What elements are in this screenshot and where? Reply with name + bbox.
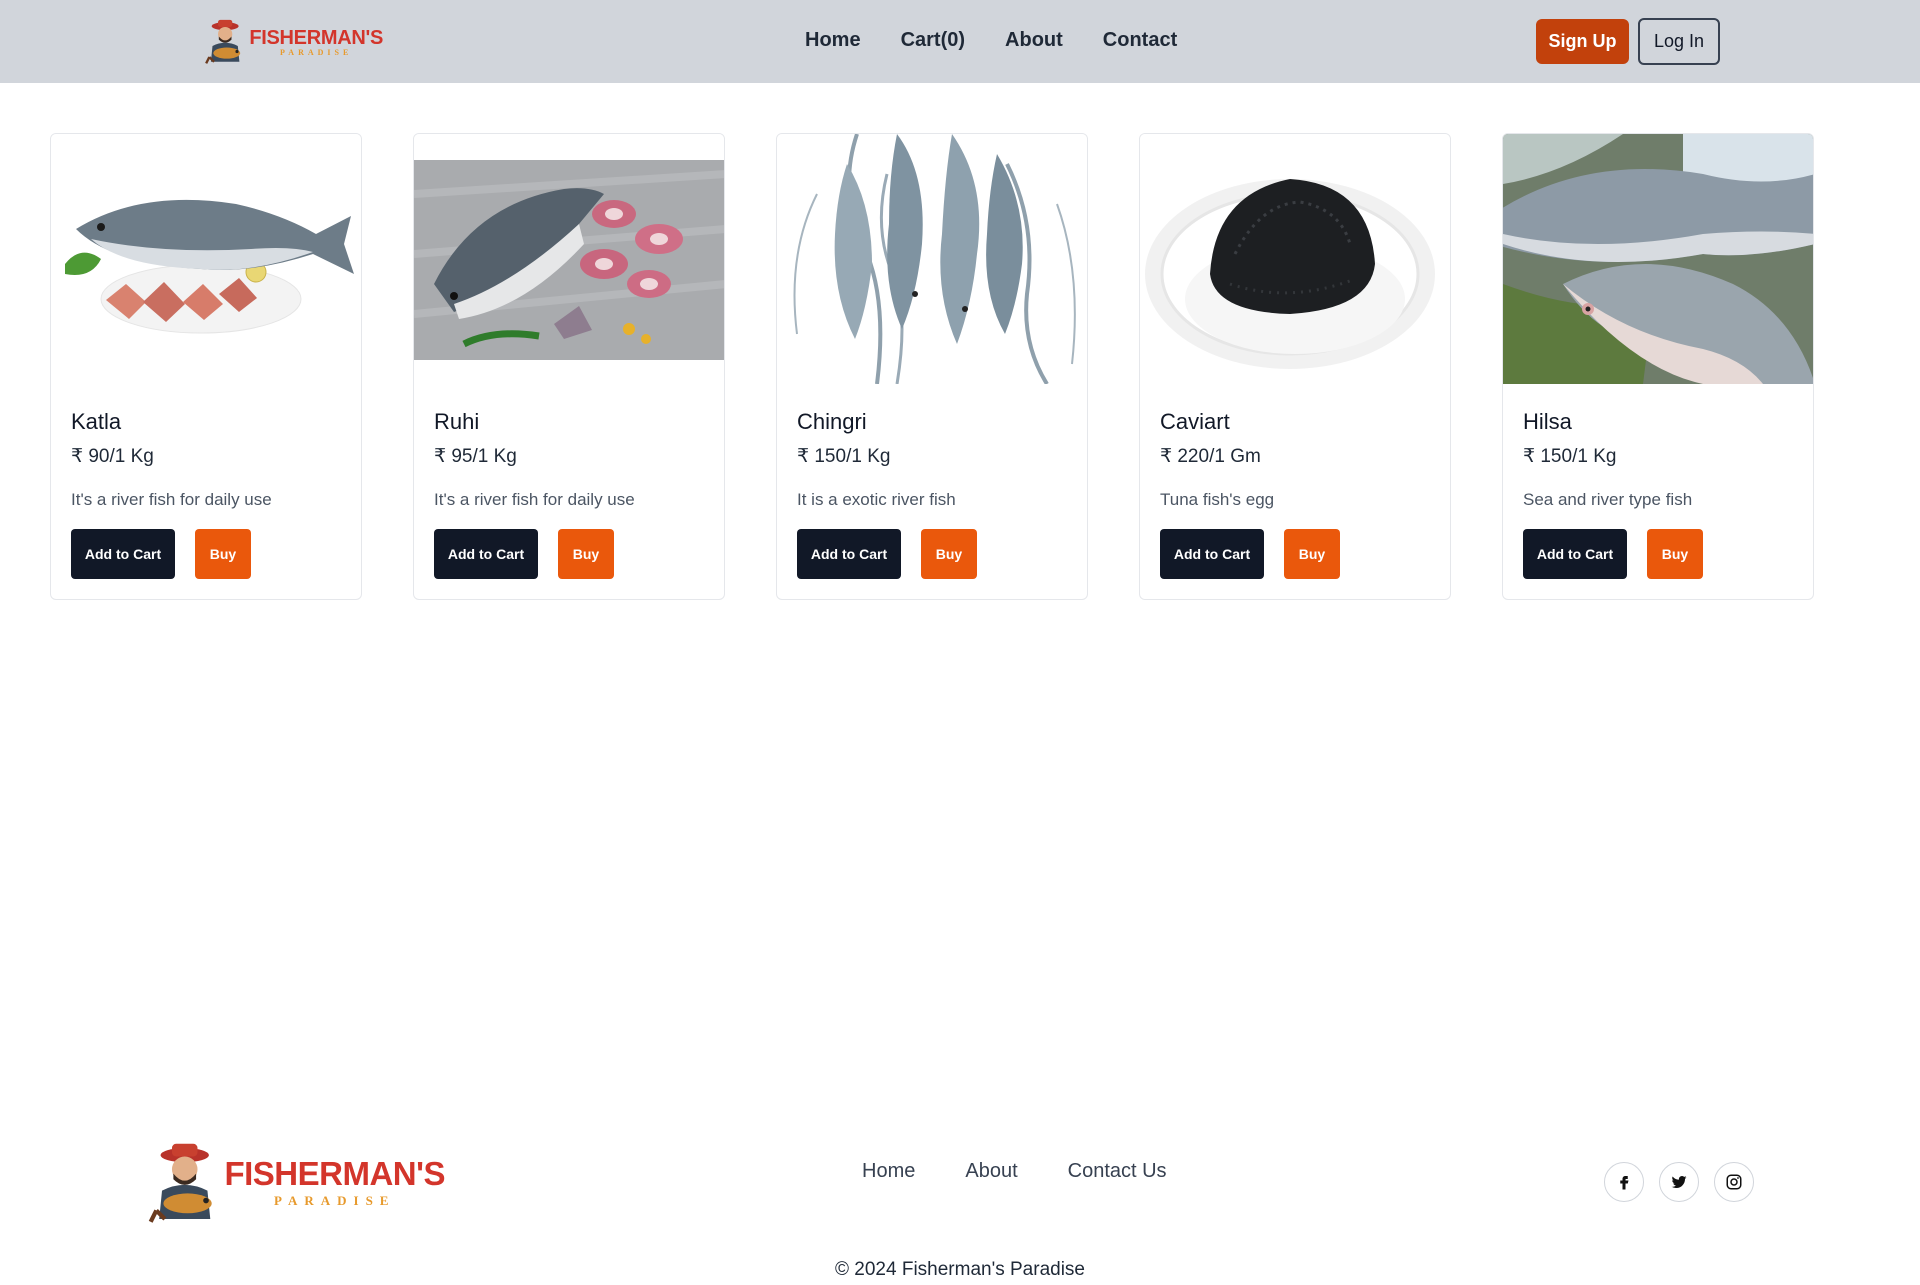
footer-brand-subtitle: PARADISE <box>273 1193 396 1208</box>
hilsa-image <box>1503 134 1813 384</box>
nav-contact-link[interactable]: Contact <box>1103 29 1177 52</box>
copyright-text: © 2024 Fisherman's Paradise <box>835 1259 1085 1280</box>
product-name: Katla <box>71 409 122 434</box>
product-description: Sea and river type fish <box>1523 490 1693 509</box>
buy-button[interactable]: Buy <box>1284 529 1340 579</box>
product-card-chingri: Chingri ₹ 150/1 Kg It is a exotic river … <box>776 133 1088 600</box>
chingri-image <box>777 134 1087 384</box>
footer-about-link[interactable]: About <box>965 1160 1017 1183</box>
fisherman-mascot-icon <box>205 19 241 64</box>
nav-home-link[interactable]: Home <box>805 29 861 52</box>
product-price: ₹ 150/1 Kg <box>797 446 891 467</box>
buy-button[interactable]: Buy <box>195 529 251 579</box>
brand-subtitle: PARADISE <box>280 47 353 57</box>
product-grid: Katla ₹ 90/1 Kg It's a river fish for da… <box>50 133 1814 600</box>
nav-about-link[interactable]: About <box>1005 29 1063 52</box>
facebook-icon[interactable] <box>1604 1162 1644 1202</box>
add-to-cart-button[interactable]: Add to Cart <box>1160 529 1264 579</box>
product-price: ₹ 220/1 Gm <box>1160 446 1261 467</box>
product-card-caviart: Caviart ₹ 220/1 Gm Tuna fish's egg Add t… <box>1139 133 1451 600</box>
add-to-cart-button[interactable]: Add to Cart <box>797 529 901 579</box>
product-card-ruhi: Ruhi ₹ 95/1 Kg It's a river fish for dai… <box>413 133 725 600</box>
product-description: It is a exotic river fish <box>797 490 956 509</box>
product-description: It's a river fish for daily use <box>71 490 272 509</box>
buy-button[interactable]: Buy <box>921 529 977 579</box>
product-name: Caviart <box>1160 409 1230 434</box>
footer-brand-title: FISHERMAN'S <box>224 1155 445 1192</box>
product-description: It's a river fish for daily use <box>434 490 635 509</box>
footer-home-link[interactable]: Home <box>862 1160 915 1183</box>
sign-up-button[interactable]: Sign Up <box>1536 19 1629 64</box>
footer-brand-logo[interactable]: FISHERMAN'S PARADISE <box>145 1128 445 1238</box>
footer-contact-us-link[interactable]: Contact Us <box>1068 1160 1167 1183</box>
brand-logo[interactable]: FISHERMAN'S PARADISE <box>203 10 383 74</box>
main-nav: Home Cart(0) About Contact <box>805 29 1177 52</box>
product-name: Chingri <box>797 409 867 434</box>
add-to-cart-button[interactable]: Add to Cart <box>434 529 538 579</box>
add-to-cart-button[interactable]: Add to Cart <box>1523 529 1627 579</box>
log-in-button[interactable]: Log In <box>1638 18 1720 65</box>
top-navbar: FISHERMAN'S PARADISE Home Cart(0) About … <box>0 0 1920 83</box>
product-name: Hilsa <box>1523 409 1572 434</box>
product-card-katla: Katla ₹ 90/1 Kg It's a river fish for da… <box>50 133 362 600</box>
instagram-icon[interactable] <box>1714 1162 1754 1202</box>
katla-image <box>51 134 361 384</box>
brand-title: FISHERMAN'S <box>249 26 383 49</box>
product-price: ₹ 150/1 Kg <box>1523 446 1617 467</box>
buy-button[interactable]: Buy <box>558 529 614 579</box>
product-description: Tuna fish's egg <box>1160 490 1275 509</box>
product-card-hilsa: Hilsa ₹ 150/1 Kg Sea and river type fish… <box>1502 133 1814 600</box>
buy-button[interactable]: Buy <box>1647 529 1703 579</box>
add-to-cart-button[interactable]: Add to Cart <box>71 529 175 579</box>
product-price: ₹ 90/1 Kg <box>71 446 154 467</box>
footer-nav: Home About Contact Us <box>862 1160 1167 1183</box>
product-name: Ruhi <box>434 409 480 434</box>
social-links <box>1604 1162 1754 1202</box>
twitter-icon[interactable] <box>1659 1162 1699 1202</box>
fisherman-mascot-icon <box>148 1143 212 1223</box>
nav-cart-link[interactable]: Cart(0) <box>901 29 965 52</box>
caviart-image <box>1140 134 1450 384</box>
product-price: ₹ 95/1 Kg <box>434 446 517 467</box>
ruhi-image <box>414 134 724 384</box>
